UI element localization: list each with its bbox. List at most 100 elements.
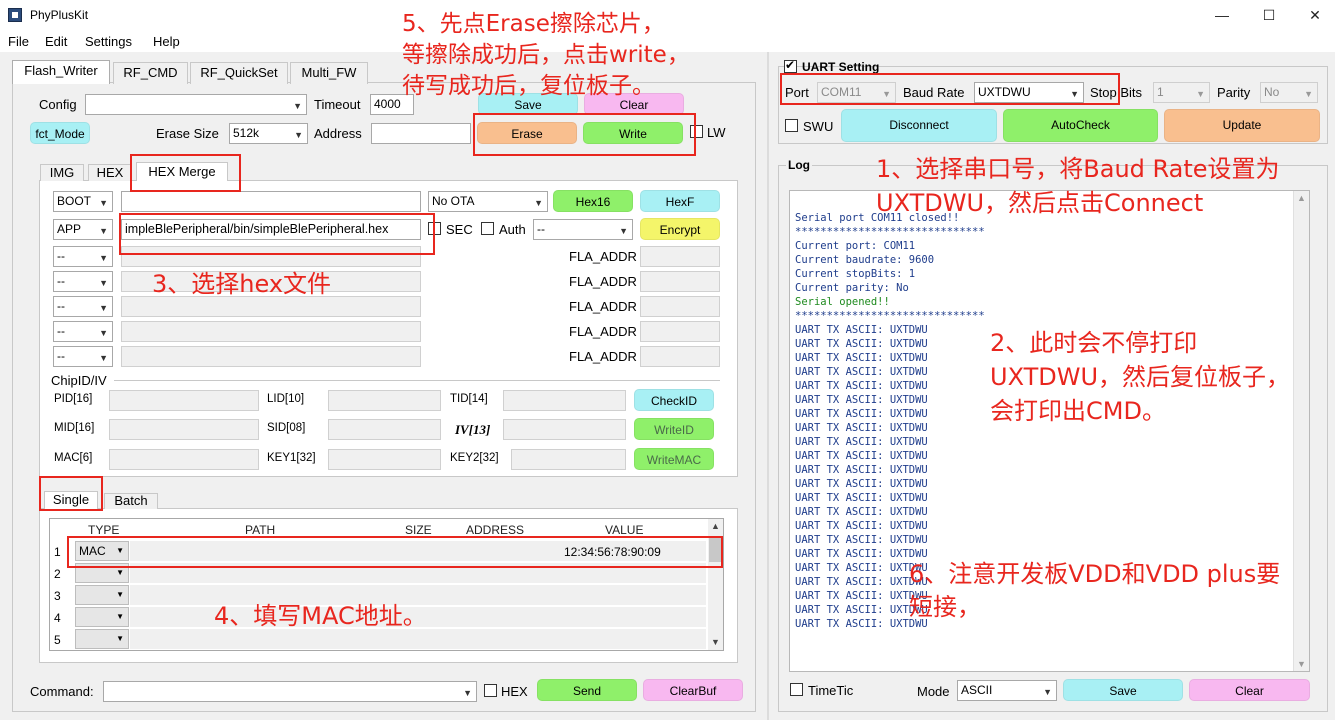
disconnect-button[interactable]: Disconnect bbox=[841, 109, 997, 142]
scroll-down-icon[interactable]: ▼ bbox=[1297, 659, 1306, 669]
fla-addr-input[interactable] bbox=[640, 271, 720, 292]
fla-addr-input[interactable] bbox=[640, 321, 720, 342]
maximize-button[interactable]: ☐ bbox=[1254, 4, 1284, 26]
uart-setting-checkbox[interactable] bbox=[784, 58, 797, 73]
hexf-button[interactable]: HexF bbox=[640, 190, 720, 212]
boot-type-select[interactable]: BOOT ▼ bbox=[53, 191, 113, 212]
config-select[interactable]: ▼ bbox=[85, 94, 307, 115]
chevron-down-icon: ▼ bbox=[294, 130, 303, 140]
splitter[interactable] bbox=[767, 52, 769, 720]
clearbuf-button[interactable]: ClearBuf bbox=[643, 679, 743, 701]
log-line: UART TX ASCII: UXTDWU bbox=[795, 506, 928, 518]
window-title: PhyPlusKit bbox=[30, 8, 89, 22]
send-button[interactable]: Send bbox=[537, 679, 637, 701]
annotation-step5: 5、先点Erase擦除芯片， 等擦除成功后，点击write， 待写成功后，复位板… bbox=[402, 9, 690, 102]
command-label: Command: bbox=[30, 684, 94, 699]
address-input[interactable] bbox=[371, 123, 471, 144]
log-line: ****************************** bbox=[795, 226, 985, 238]
iv-input[interactable] bbox=[503, 419, 626, 440]
extra-path-input[interactable] bbox=[121, 346, 421, 367]
close-button[interactable]: ✕ bbox=[1300, 4, 1330, 26]
tab-hex[interactable]: HEX bbox=[88, 164, 132, 181]
scroll-up-icon[interactable]: ▲ bbox=[1297, 193, 1306, 203]
extra-type-select[interactable]: -- ▼ bbox=[53, 271, 113, 292]
chipid-iv-title: ChipID/IV bbox=[51, 373, 107, 388]
hex-checkbox[interactable] bbox=[484, 684, 497, 697]
fla-addr-input[interactable] bbox=[640, 296, 720, 317]
fct-mode-button[interactable]: fct_Mode bbox=[30, 122, 90, 144]
encrypt-button[interactable]: Encrypt bbox=[640, 218, 720, 240]
tid-input[interactable] bbox=[503, 390, 626, 411]
mode-select[interactable]: ASCII ▼ bbox=[957, 680, 1057, 701]
extra-path-input[interactable] bbox=[121, 296, 421, 317]
extra-type-select[interactable]: -- ▼ bbox=[53, 296, 113, 317]
auth-select[interactable]: -- ▼ bbox=[533, 219, 633, 240]
swu-checkbox[interactable] bbox=[785, 119, 798, 132]
chevron-down-icon: ▼ bbox=[116, 634, 124, 643]
writeid-button[interactable]: WriteID bbox=[634, 418, 714, 440]
chevron-down-icon: ▼ bbox=[293, 101, 302, 111]
lid-input[interactable] bbox=[328, 390, 441, 411]
menu-help[interactable]: Help bbox=[153, 34, 180, 49]
key2-input[interactable] bbox=[511, 449, 626, 470]
log-line: Serial opened!! bbox=[795, 296, 890, 308]
boot-path-input[interactable] bbox=[121, 191, 421, 212]
log-line: UART TX ASCII: UXTDWU bbox=[795, 380, 928, 392]
menu-edit[interactable]: Edit bbox=[45, 34, 67, 49]
checkid-button[interactable]: CheckID bbox=[634, 389, 714, 411]
tab-rf-quickset[interactable]: RF_QuickSet bbox=[190, 62, 288, 84]
extra-type-select[interactable]: -- ▼ bbox=[53, 346, 113, 367]
writemac-button[interactable]: WriteMAC bbox=[634, 448, 714, 470]
grid-type-select[interactable]: ▼ bbox=[75, 607, 129, 627]
auth-checkbox[interactable] bbox=[481, 222, 494, 235]
log-line: UART TX ASCII: UXTDWU bbox=[795, 478, 928, 490]
save-log-button[interactable]: Save bbox=[1063, 679, 1183, 701]
extra-type-select[interactable]: -- ▼ bbox=[53, 246, 113, 267]
log-scrollbar[interactable]: ▲ ▼ bbox=[1293, 191, 1309, 671]
clear-log-button[interactable]: Clear bbox=[1189, 679, 1310, 701]
app-type-select[interactable]: APP ▼ bbox=[53, 219, 113, 240]
log-line: Current parity: No bbox=[795, 282, 909, 294]
stop-bits-select[interactable]: 1 ▼ bbox=[1153, 82, 1210, 103]
update-button[interactable]: Update bbox=[1164, 109, 1320, 142]
scroll-up-icon[interactable]: ▲ bbox=[711, 521, 720, 531]
key1-input[interactable] bbox=[328, 449, 441, 470]
command-input[interactable]: ▼ bbox=[103, 681, 477, 702]
grid-row-number: 1 bbox=[54, 545, 61, 559]
log-line: UART TX ASCII: UXTDWU bbox=[795, 352, 928, 364]
grid-type-select[interactable]: ▼ bbox=[75, 585, 129, 605]
scroll-down-icon[interactable]: ▼ bbox=[711, 637, 720, 647]
grid-header-value: VALUE bbox=[605, 523, 644, 537]
timetic-checkbox[interactable] bbox=[790, 683, 803, 696]
hex16-button[interactable]: Hex16 bbox=[553, 190, 633, 212]
pid-input[interactable] bbox=[109, 390, 259, 411]
tab-multi-fw[interactable]: Multi_FW bbox=[290, 62, 368, 84]
fla-addr-input[interactable] bbox=[640, 246, 720, 267]
autocheck-button[interactable]: AutoCheck bbox=[1003, 109, 1158, 142]
tab-img[interactable]: IMG bbox=[40, 164, 84, 181]
tab-batch[interactable]: Batch bbox=[104, 493, 158, 509]
tab-flash-writer[interactable]: Flash_Writer bbox=[12, 60, 110, 84]
fla-addr-input[interactable] bbox=[640, 346, 720, 367]
annotation-step1: 1、选择串口号，将Baud Rate设置为 UXTDWU，然后点击Connect bbox=[876, 152, 1280, 220]
mid-input[interactable] bbox=[109, 419, 259, 440]
tab-rf-cmd[interactable]: RF_CMD bbox=[113, 62, 188, 84]
ota-value: No OTA bbox=[432, 194, 475, 208]
extra-path-input[interactable] bbox=[121, 321, 421, 342]
log-line: UART TX ASCII: UXTDWU bbox=[795, 464, 928, 476]
ota-select[interactable]: No OTA ▼ bbox=[428, 191, 548, 212]
grid-row[interactable] bbox=[130, 629, 706, 650]
log-line: UART TX ASCII: UXTDWU bbox=[795, 534, 928, 546]
timeout-label: Timeout bbox=[314, 97, 361, 112]
menu-settings[interactable]: Settings bbox=[85, 34, 132, 49]
erase-size-value: 512k bbox=[233, 126, 260, 140]
extra-type-select[interactable]: -- ▼ bbox=[53, 321, 113, 342]
log-line: Current stopBits: 1 bbox=[795, 268, 916, 280]
parity-select[interactable]: No ▼ bbox=[1260, 82, 1318, 103]
mac-input[interactable] bbox=[109, 449, 259, 470]
sid-input[interactable] bbox=[328, 419, 441, 440]
menu-file[interactable]: File bbox=[8, 34, 29, 49]
grid-type-select[interactable]: ▼ bbox=[75, 629, 129, 649]
minimize-button[interactable]: — bbox=[1207, 4, 1237, 26]
erase-size-select[interactable]: 512k ▼ bbox=[229, 123, 308, 144]
